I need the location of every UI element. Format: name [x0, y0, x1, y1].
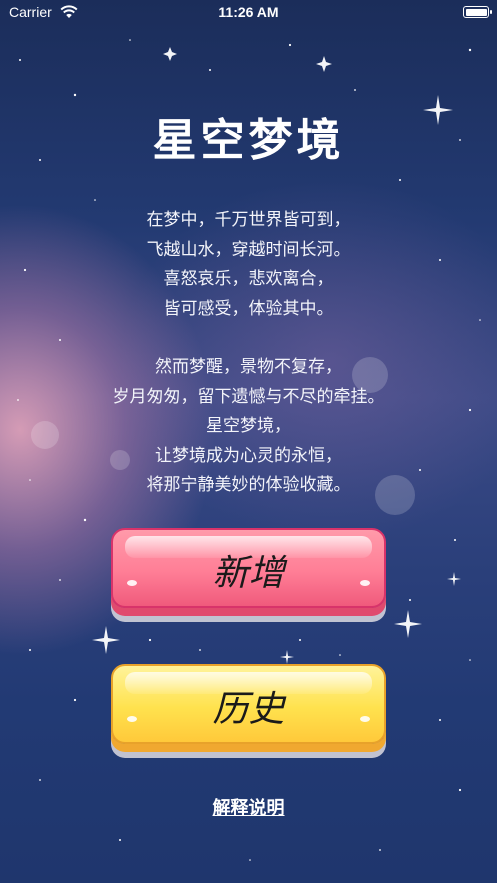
add-button-label: 新增	[212, 553, 285, 594]
poem-text: 在梦中，千万世界皆可到， 飞越山水，穿越时间长河。 喜怒哀乐，悲欢离合， 皆可感…	[0, 206, 497, 501]
poem-line: 星空梦境，	[206, 416, 291, 436]
poem-line: 让梦境成为心灵的永恒，	[155, 445, 342, 466]
poem-line: 岁月匆匆，留下遗憾与不尽的牵挂。	[112, 386, 385, 407]
clock: 11:26 AM	[218, 4, 279, 20]
poem-line: 在梦中，千万世界皆可到，	[146, 210, 351, 230]
poem-line: 皆可感受，体验其中。	[163, 298, 334, 319]
poem-line: 然而梦醒，景物不复存，	[155, 357, 342, 377]
add-button[interactable]: 新增	[111, 528, 386, 608]
history-button-label: 历史	[212, 689, 285, 730]
history-button[interactable]: 历史	[111, 664, 386, 744]
explain-link[interactable]: 解释说明	[0, 794, 497, 820]
status-bar: Carrier 11:26 AM	[0, 0, 497, 26]
app-title: 星空梦境	[152, 115, 345, 166]
poem-line: 将那宁静美妙的体验收藏。	[146, 475, 351, 495]
poem-line: 喜怒哀乐，悲欢离合，	[163, 269, 334, 289]
poem-line: 飞越山水，穿越时间长河。	[146, 239, 351, 260]
battery-icon	[463, 6, 492, 18]
